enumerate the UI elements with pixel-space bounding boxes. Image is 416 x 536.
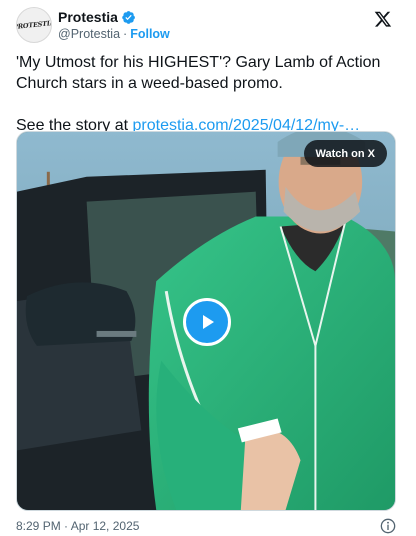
author-avatar[interactable]: PROTESTIA xyxy=(16,7,52,43)
tweet-text: 'My Utmost for his HIGHEST'? Gary Lamb o… xyxy=(16,52,402,136)
info-icon[interactable] xyxy=(380,518,396,534)
author-handle[interactable]: @Protestia xyxy=(58,27,120,41)
follow-link[interactable]: Follow xyxy=(130,27,170,41)
x-logo-icon[interactable] xyxy=(374,10,392,28)
author-handle-row: @Protestia · Follow xyxy=(58,27,170,41)
tweet-body: 'My Utmost for his HIGHEST'? Gary Lamb o… xyxy=(16,54,381,92)
play-icon xyxy=(203,315,214,329)
tweet-timestamp[interactable]: 8:29 PM · Apr 12, 2025 xyxy=(16,519,139,533)
embedded-tweet-card: PROTESTIA Protestia @Protestia · Follow … xyxy=(0,0,416,536)
play-button[interactable] xyxy=(183,298,231,346)
separator-dot: · xyxy=(123,27,128,41)
avatar-logo-text: PROTESTIA xyxy=(16,18,52,32)
watch-on-x-button[interactable]: Watch on X xyxy=(303,140,387,167)
author-name-row: Protestia xyxy=(58,8,136,26)
verified-badge-icon xyxy=(122,10,135,24)
author-name[interactable]: Protestia xyxy=(58,9,118,25)
video-media[interactable]: Watch on X xyxy=(16,131,396,511)
